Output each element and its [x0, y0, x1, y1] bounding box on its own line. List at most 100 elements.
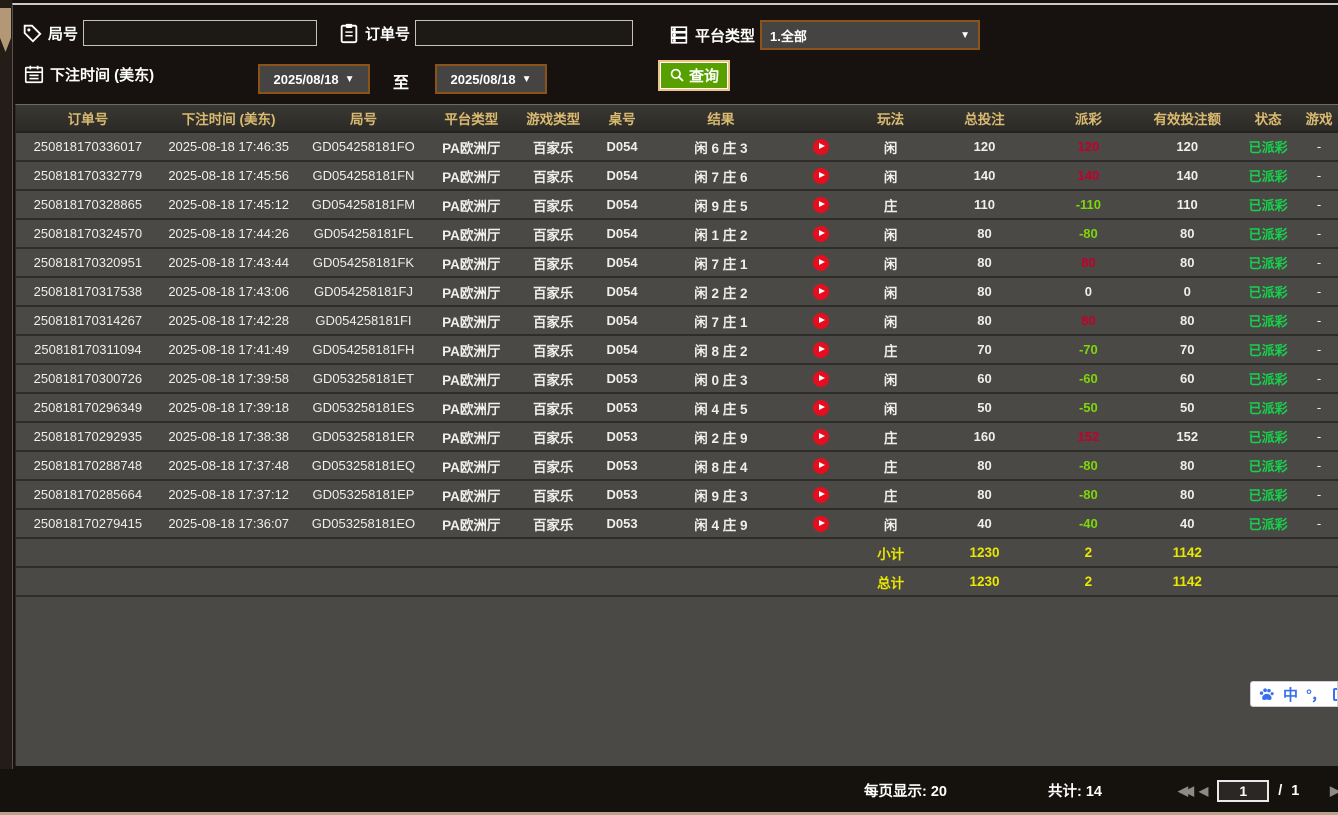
- cell-play_type: 庄: [851, 195, 931, 215]
- cell-platform: PA欧洲厅: [429, 340, 513, 360]
- chevron-down-icon: ▼: [345, 74, 355, 85]
- play-video-button[interactable]: [813, 168, 829, 184]
- cell-payout: 152: [1038, 429, 1138, 444]
- cell-order: 250818170314267: [16, 313, 160, 328]
- status-bar: 每页显示: 20 共计: 14 ◀◀ ◀ 1 / 1 ▶: [0, 769, 1338, 812]
- cell-total_bet: 60: [931, 371, 1039, 386]
- table-row: 2508181703110942025-08-18 17:41:49GD0542…: [16, 336, 1338, 365]
- platform-select[interactable]: 1.全部 ▼: [760, 20, 980, 50]
- cell-extra: -: [1300, 429, 1338, 444]
- cell-round: GD053258181EO: [298, 516, 430, 531]
- column-header-order: 订单号: [16, 108, 160, 128]
- chevron-down-icon: ▼: [960, 30, 970, 41]
- collapse-panel-handle[interactable]: [0, 8, 11, 52]
- cell-order: 250818170311094: [16, 342, 160, 357]
- cell-round: GD053258181ES: [298, 400, 430, 415]
- cell-table_no: D054: [593, 313, 651, 328]
- paw-icon[interactable]: [1258, 686, 1275, 703]
- cell-round: GD053258181ER: [298, 429, 430, 444]
- total-count-label: 共计: 14: [1048, 780, 1102, 801]
- play-video-button[interactable]: [813, 458, 829, 474]
- cell-valid_bet: 1142: [1138, 545, 1236, 560]
- cell-valid_bet: 60: [1138, 371, 1236, 386]
- date-from-select[interactable]: 2025/08/18 ▼: [258, 64, 370, 94]
- cell-play: [791, 428, 851, 445]
- page-number-input[interactable]: 1: [1217, 780, 1269, 802]
- table-row: 2508181702856642025-08-18 17:37:12GD0532…: [16, 481, 1338, 510]
- cell-order: 250818170317538: [16, 284, 160, 299]
- cell-play: [791, 254, 851, 271]
- date-to-value: 2025/08/18: [451, 72, 516, 87]
- cell-table_no: D054: [593, 168, 651, 183]
- ime-keyboard-icon[interactable]: [1333, 688, 1338, 701]
- cell-platform: PA欧洲厅: [429, 427, 513, 447]
- play-video-button[interactable]: [813, 226, 829, 242]
- cell-extra: -: [1300, 516, 1338, 531]
- cell-round: GD054258181FJ: [298, 284, 430, 299]
- cell-game_type: 百家乐: [513, 282, 593, 302]
- query-button[interactable]: 查询: [658, 60, 730, 91]
- pager: ◀◀ ◀ 1 / 1: [1178, 780, 1299, 802]
- ime-mode-toggle[interactable]: 中: [1283, 684, 1298, 705]
- column-header-result: 结果: [651, 108, 791, 128]
- cell-platform: PA欧洲厅: [429, 224, 513, 244]
- play-video-button[interactable]: [813, 487, 829, 503]
- round-input[interactable]: [83, 20, 317, 46]
- play-video-button[interactable]: [813, 342, 829, 358]
- cell-order: 250818170332779: [16, 168, 160, 183]
- cell-order: 250818170336017: [16, 139, 160, 154]
- cell-valid_bet: 50: [1138, 400, 1236, 415]
- column-header-platform: 平台类型: [429, 108, 513, 128]
- cell-game_type: 百家乐: [513, 398, 593, 418]
- table-row: 2508181703245702025-08-18 17:44:26GD0542…: [16, 220, 1338, 249]
- play-video-button[interactable]: [813, 313, 829, 329]
- cell-play: [791, 399, 851, 416]
- cell-total_bet: 80: [931, 284, 1039, 299]
- cell-table_no: D054: [593, 342, 651, 357]
- cell-result: 闲 4 庄 5: [651, 398, 791, 418]
- cell-status: 已派彩: [1236, 427, 1300, 446]
- date-to-wrap: 2025/08/18 ▼: [435, 64, 547, 94]
- ime-punctuation-toggle[interactable]: °，: [1306, 684, 1325, 705]
- play-video-button[interactable]: [813, 284, 829, 300]
- play-video-button[interactable]: [813, 197, 829, 213]
- cell-status: 已派彩: [1236, 224, 1300, 243]
- table-row: 2508181702963492025-08-18 17:39:18GD0532…: [16, 394, 1338, 423]
- bet-records-table: 订单号下注时间 (美东)局号平台类型游戏类型桌号结果玩法总投注派彩有效投注额状态…: [15, 104, 1338, 766]
- summary-row: 总计123021142: [16, 568, 1338, 597]
- summary-row: 小计123021142: [16, 539, 1338, 568]
- cell-game_type: 百家乐: [513, 195, 593, 215]
- order-input[interactable]: [415, 20, 633, 46]
- cell-total_bet: 80: [931, 255, 1039, 270]
- left-edge-strip: [0, 0, 12, 815]
- date-to-select[interactable]: 2025/08/18 ▼: [435, 64, 547, 94]
- bet-time-filter: 下注时间 (美东): [23, 63, 154, 85]
- cell-result: 闲 7 庄 6: [651, 166, 791, 186]
- table-row: 2508181703209512025-08-18 17:43:44GD0542…: [16, 249, 1338, 278]
- cell-extra: -: [1300, 139, 1338, 154]
- first-page-button[interactable]: ◀◀: [1178, 783, 1190, 799]
- cell-table_no: D053: [593, 458, 651, 473]
- play-video-button[interactable]: [813, 400, 829, 416]
- cell-play: [791, 138, 851, 155]
- cell-payout: -80: [1038, 226, 1138, 241]
- cell-total_bet: 160: [931, 429, 1039, 444]
- cell-status: 已派彩: [1236, 398, 1300, 417]
- cell-extra: -: [1300, 371, 1338, 386]
- cell-platform: PA欧洲厅: [429, 166, 513, 186]
- column-header-status: 状态: [1236, 108, 1300, 128]
- round-filter: 局号: [21, 20, 317, 46]
- column-header-game_type: 游戏类型: [513, 108, 593, 128]
- play-video-button[interactable]: [813, 255, 829, 271]
- play-video-button[interactable]: [813, 516, 829, 532]
- clipboard-icon: [338, 22, 360, 44]
- play-video-button[interactable]: [813, 371, 829, 387]
- cell-play: [791, 457, 851, 474]
- next-page-button[interactable]: ▶: [1330, 783, 1338, 799]
- cell-extra: -: [1300, 284, 1338, 299]
- table-row: 2508181703288652025-08-18 17:45:12GD0542…: [16, 191, 1338, 220]
- play-video-button[interactable]: [813, 429, 829, 445]
- play-video-button[interactable]: [813, 139, 829, 155]
- prev-page-button[interactable]: ◀: [1199, 784, 1208, 798]
- cell-total_bet: 120: [931, 139, 1039, 154]
